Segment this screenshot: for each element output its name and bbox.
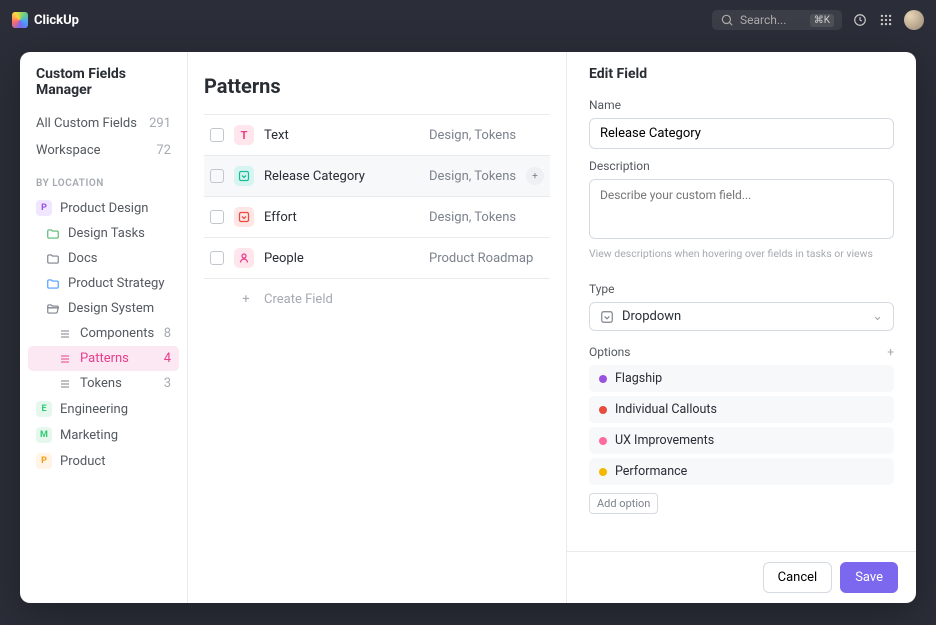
space-engineering[interactable]: E Engineering: [28, 396, 179, 422]
checkbox[interactable]: [210, 251, 224, 265]
folder-icon: [46, 277, 60, 291]
description-hint: View descriptions when hovering over fie…: [589, 247, 894, 260]
topbar: ClickUp Search... ⌘K: [0, 0, 936, 40]
search-input[interactable]: Search... ⌘K: [712, 10, 842, 30]
brand-text: ClickUp: [34, 13, 79, 28]
list-icon: [58, 353, 72, 365]
avatar[interactable]: [904, 10, 924, 30]
folder-icon: [46, 252, 60, 266]
text-field-icon: T: [234, 125, 254, 145]
create-field-button[interactable]: + Create Field: [204, 279, 550, 319]
clock-icon[interactable]: [852, 12, 868, 28]
space-icon: P: [36, 200, 52, 216]
people-field-icon: [234, 248, 254, 268]
sidebar-by-location-label: BY LOCATION: [36, 178, 171, 189]
search-icon: [720, 13, 734, 27]
main-content: Patterns T Text Design, Tokens Release C…: [188, 52, 566, 603]
option-individual-callouts[interactable]: Individual Callouts: [589, 396, 894, 423]
panel-title: Edit Field: [589, 66, 894, 82]
field-row-people[interactable]: People Product Roadmap: [204, 238, 550, 279]
name-label: Name: [589, 98, 894, 112]
field-row-release-category[interactable]: Release Category Design, Tokens +: [204, 156, 550, 197]
chevron-down-icon: ⌄: [872, 309, 883, 324]
expand-row-icon[interactable]: +: [526, 167, 544, 185]
type-label: Type: [589, 282, 894, 296]
space-product[interactable]: P Product: [28, 448, 179, 474]
folder-product-strategy[interactable]: Product Strategy: [28, 271, 179, 296]
space-marketing[interactable]: M Marketing: [28, 422, 179, 448]
type-select[interactable]: Dropdown ⌄: [589, 302, 894, 331]
option-flagship[interactable]: Flagship: [589, 365, 894, 392]
sidebar: Custom Fields Manager All Custom Fields …: [20, 52, 188, 603]
folder-icon: [46, 227, 60, 241]
list-patterns[interactable]: Patterns 4: [28, 346, 179, 371]
plus-icon: +: [238, 291, 254, 307]
list-icon: [58, 328, 72, 340]
fields-table: T Text Design, Tokens Release Category D…: [204, 114, 550, 319]
checkbox[interactable]: [210, 210, 224, 224]
dropdown-field-icon: [234, 166, 254, 186]
effort-field-icon: [234, 207, 254, 227]
space-icon: M: [36, 427, 52, 443]
checkbox[interactable]: [210, 128, 224, 142]
folder-design-system[interactable]: Design System: [28, 296, 179, 321]
color-dot: [599, 375, 607, 383]
logo-icon: [12, 12, 28, 28]
color-dot: [599, 406, 607, 414]
sidebar-all-fields[interactable]: All Custom Fields 291: [28, 110, 179, 137]
folder-design-tasks[interactable]: Design Tasks: [28, 221, 179, 246]
list-tokens[interactable]: Tokens 3: [28, 371, 179, 396]
name-input[interactable]: [589, 118, 894, 149]
field-row-text[interactable]: T Text Design, Tokens: [204, 115, 550, 156]
add-option-button[interactable]: Add option: [589, 493, 658, 514]
sidebar-title: Custom Fields Manager: [36, 66, 171, 98]
color-dot: [599, 468, 607, 476]
space-product-design[interactable]: P Product Design: [28, 195, 179, 221]
page-title: Patterns: [204, 74, 550, 98]
color-dot: [599, 437, 607, 445]
save-button[interactable]: Save: [840, 562, 898, 593]
brand: ClickUp: [12, 12, 79, 28]
list-components[interactable]: Components 8: [28, 321, 179, 346]
folder-open-icon: [46, 302, 60, 316]
modal-shell: Custom Fields Manager All Custom Fields …: [20, 52, 916, 603]
search-placeholder: Search...: [740, 13, 786, 27]
sidebar-workspace[interactable]: Workspace 72: [28, 137, 179, 164]
folder-docs[interactable]: Docs: [28, 246, 179, 271]
field-row-effort[interactable]: Effort Design, Tokens: [204, 197, 550, 238]
checkbox[interactable]: [210, 169, 224, 183]
space-icon: E: [36, 401, 52, 417]
option-ux-improvements[interactable]: UX Improvements: [589, 427, 894, 454]
options-label: Options: [589, 345, 631, 359]
search-kbd: ⌘K: [810, 14, 834, 27]
description-input[interactable]: [589, 179, 894, 239]
space-icon: P: [36, 453, 52, 469]
option-performance[interactable]: Performance: [589, 458, 894, 485]
list-icon: [58, 378, 72, 390]
add-option-icon[interactable]: +: [887, 345, 894, 359]
cancel-button[interactable]: Cancel: [763, 562, 833, 593]
dropdown-type-icon: [600, 310, 614, 324]
edit-panel: Edit Field Name Description View descrip…: [566, 52, 916, 603]
apps-icon[interactable]: [878, 12, 894, 28]
description-label: Description: [589, 159, 894, 173]
